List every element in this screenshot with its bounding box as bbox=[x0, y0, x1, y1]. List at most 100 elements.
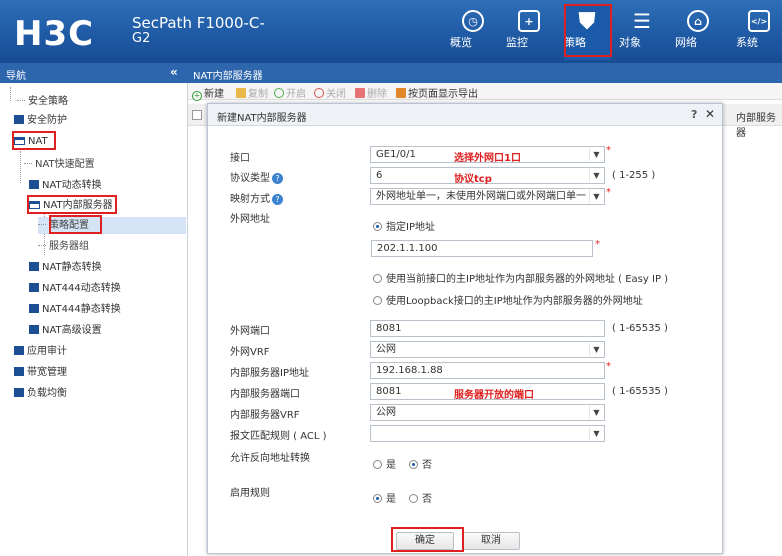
help-icon[interactable]: ? bbox=[272, 194, 283, 205]
sidebar-item-nat444-static[interactable]: NAT444静态转换 bbox=[29, 301, 121, 318]
mapping-label: 映射方式? bbox=[230, 190, 283, 205]
chevron-down-icon: ▼ bbox=[589, 190, 603, 203]
delete-label: 删除 bbox=[367, 89, 387, 100]
sidebar-item-security-policy[interactable]: 安全策略 bbox=[17, 93, 68, 110]
required-mark: * bbox=[606, 361, 611, 372]
sidebar-item-nat-quick-config[interactable]: NAT快速配置 bbox=[24, 156, 95, 173]
folder-closed-icon bbox=[29, 283, 39, 292]
reverse-no-radio[interactable]: 否 bbox=[409, 456, 432, 471]
sidebar-item-load-balance[interactable]: 负载均衡 bbox=[14, 385, 67, 402]
internal-ip-value: 192.168.1.88 bbox=[376, 365, 443, 376]
sidebar-item-label: NAT快速配置 bbox=[35, 159, 95, 170]
plus-icon: + bbox=[192, 91, 202, 101]
chevron-down-icon: ▼ bbox=[589, 406, 603, 419]
radio-selected-icon bbox=[409, 460, 418, 469]
nav-system[interactable]: </> 系统 bbox=[736, 4, 782, 60]
chevron-down-icon: ▼ bbox=[589, 148, 603, 161]
copy-icon bbox=[236, 88, 246, 98]
select-all-checkbox[interactable] bbox=[192, 110, 202, 120]
radio-unselected-icon bbox=[373, 460, 382, 469]
external-ip-input[interactable]: 202.1.1.100 bbox=[371, 240, 593, 257]
radio-easy-ip-label: 使用当前接口的主IP地址作为内部服务器的外网地址 ( Easy IP ) bbox=[386, 274, 669, 285]
chevron-down-icon: ▼ bbox=[589, 427, 603, 440]
copy-button[interactable]: 复制 bbox=[236, 85, 268, 100]
nav-object[interactable]: ☰ 对象 bbox=[619, 4, 665, 60]
nav-overview[interactable]: ◷ 概览 bbox=[450, 4, 496, 60]
product-line-2: G2 bbox=[132, 31, 151, 46]
enable-rule-label: 启用规则 bbox=[230, 488, 270, 499]
external-address-label: 外网地址 bbox=[230, 214, 270, 225]
external-port-input[interactable]: 8081 bbox=[370, 320, 605, 337]
sidebar-item-app-audit[interactable]: 应用审计 bbox=[14, 343, 67, 360]
chevron-down-icon: ▼ bbox=[589, 169, 603, 182]
sidebar-item-label: 应用审计 bbox=[27, 346, 67, 357]
folder-closed-icon bbox=[29, 262, 39, 271]
nav-monitor-label: 监控 bbox=[506, 36, 528, 49]
delete-button[interactable]: 删除 bbox=[355, 85, 387, 100]
disable-button[interactable]: 关闭 bbox=[314, 85, 346, 100]
new-label: 新建 bbox=[204, 89, 224, 100]
help-icon[interactable]: ? bbox=[691, 108, 697, 121]
sidebar-item-nat-advanced[interactable]: NAT高级设置 bbox=[29, 322, 102, 339]
protocol-label: 协议类型? bbox=[230, 169, 283, 184]
external-vrf-select[interactable]: 公网 ▼ bbox=[370, 341, 605, 358]
reverse-yes-radio[interactable]: 是 bbox=[373, 456, 396, 471]
enable-no-radio[interactable]: 否 bbox=[409, 490, 432, 505]
column-header-internal-server: 内部服务器 bbox=[736, 113, 776, 139]
mapping-select[interactable]: 外网地址单一，未使用外网端口或外网端口单一 ▼ bbox=[370, 188, 605, 205]
export-button[interactable]: 按页面显示导出 bbox=[396, 85, 478, 100]
internal-port-label: 内部服务器端口 bbox=[230, 389, 300, 400]
radio-specified-ip[interactable]: 指定IP地址 bbox=[373, 218, 435, 233]
highlight-box-policy-config bbox=[49, 215, 102, 234]
close-circle-icon bbox=[314, 88, 324, 98]
collapse-nav-button[interactable]: « bbox=[170, 65, 178, 79]
sidebar-item-security-protection[interactable]: 安全防护 bbox=[14, 112, 67, 129]
new-button[interactable]: + 新建 bbox=[192, 85, 224, 101]
breadcrumb: NAT内部服务器 bbox=[193, 71, 263, 82]
export-label: 按页面显示导出 bbox=[408, 89, 478, 100]
external-port-range-hint: ( 1-65535 ) bbox=[612, 323, 668, 334]
radio-selected-icon bbox=[373, 222, 382, 231]
reverse-yes-label: 是 bbox=[386, 460, 396, 471]
folder-closed-icon bbox=[14, 367, 24, 376]
product-name: SecPath F1000-C- G2 bbox=[132, 15, 265, 47]
sidebar-item-label: 带宽管理 bbox=[27, 367, 67, 378]
highlight-box-nat bbox=[12, 131, 56, 150]
sidebar-item-bandwidth[interactable]: 带宽管理 bbox=[14, 364, 67, 381]
nav-monitor[interactable]: + 监控 bbox=[506, 4, 552, 60]
sidebar-item-label: NAT高级设置 bbox=[42, 325, 102, 336]
trash-icon bbox=[355, 88, 365, 98]
sidebar-item-server-group[interactable]: 服务器组 bbox=[38, 238, 89, 255]
h3c-logo: H3C bbox=[14, 14, 95, 54]
tree-line bbox=[20, 151, 21, 183]
acl-select[interactable]: ▼ bbox=[370, 425, 605, 442]
radio-loopback[interactable]: 使用Loopback接口的主IP地址作为内部服务器的外网地址 bbox=[373, 292, 643, 307]
dialog-title-bar: 新建NAT内部服务器 ? ✕ bbox=[208, 104, 722, 126]
enable-yes-radio[interactable]: 是 bbox=[373, 490, 396, 505]
enable-button[interactable]: 开启 bbox=[274, 85, 306, 100]
sidebar-item-nat444-dynamic[interactable]: NAT444动态转换 bbox=[29, 280, 121, 297]
disable-label: 关闭 bbox=[326, 89, 346, 100]
internal-ip-input[interactable]: 192.168.1.88 bbox=[370, 362, 605, 379]
sidebar-item-nat-static[interactable]: NAT静态转换 bbox=[29, 259, 102, 276]
export-icon bbox=[396, 88, 406, 98]
nav-network[interactable]: ⌂ 网络 bbox=[675, 4, 721, 60]
radio-loopback-label: 使用Loopback接口的主IP地址作为内部服务器的外网地址 bbox=[386, 296, 643, 307]
protocol-label-text: 协议类型 bbox=[230, 173, 270, 184]
sidebar-item-nat-dynamic[interactable]: NAT动态转换 bbox=[29, 177, 102, 194]
protocol-range-hint: ( 1-255 ) bbox=[612, 170, 656, 181]
reverse-no-label: 否 bbox=[422, 460, 432, 471]
close-icon[interactable]: ✕ bbox=[705, 107, 715, 121]
internal-port-range-hint: ( 1-65535 ) bbox=[612, 386, 668, 397]
cancel-button[interactable]: 取消 bbox=[462, 532, 520, 550]
acl-label: 报文匹配规则 ( ACL ) bbox=[230, 431, 327, 442]
sidebar-item-label: NAT444静态转换 bbox=[42, 304, 121, 315]
external-vrf-value: 公网 bbox=[376, 344, 396, 355]
internal-vrf-select[interactable]: 公网 ▼ bbox=[370, 404, 605, 421]
radio-easy-ip[interactable]: 使用当前接口的主IP地址作为内部服务器的外网地址 ( Easy IP ) bbox=[373, 270, 668, 285]
protocol-annotation: 协议tcp bbox=[454, 174, 492, 185]
nav-overview-label: 概览 bbox=[450, 36, 472, 49]
help-icon[interactable]: ? bbox=[272, 173, 283, 184]
copy-label: 复制 bbox=[248, 89, 268, 100]
external-port-label: 外网端口 bbox=[230, 326, 270, 337]
